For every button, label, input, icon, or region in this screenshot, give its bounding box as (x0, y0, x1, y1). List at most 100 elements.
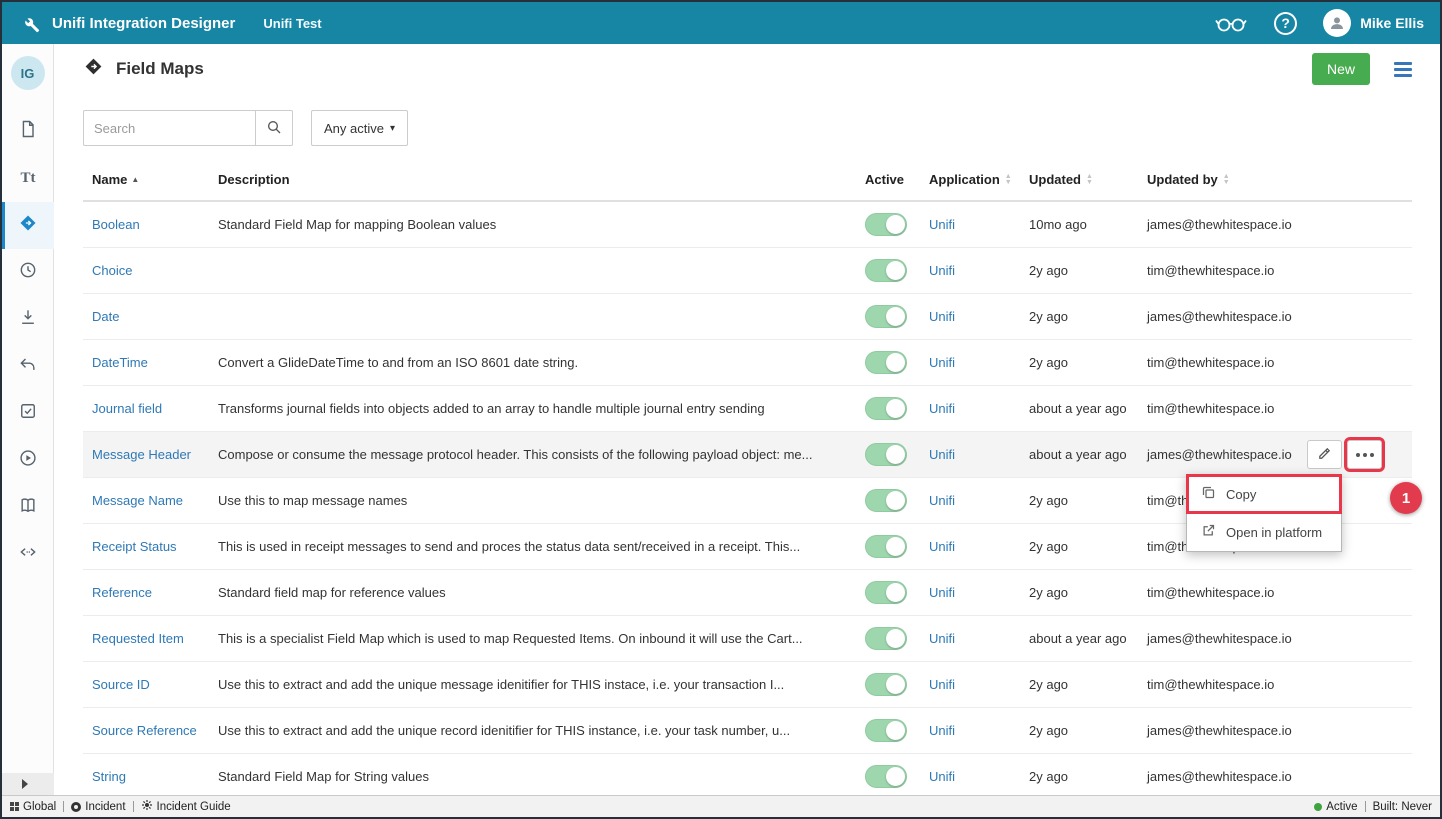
user-name: Mike Ellis (1360, 15, 1424, 31)
table-row: Source Reference Use this to extract and… (83, 708, 1412, 754)
active-toggle[interactable] (865, 259, 907, 282)
active-toggle[interactable] (865, 213, 907, 236)
active-toggle[interactable] (865, 489, 907, 512)
row-name-link[interactable]: Reference (92, 585, 152, 600)
column-header-updated[interactable]: Updated▲▼ (1015, 172, 1133, 187)
row-name-link[interactable]: Requested Item (92, 631, 184, 646)
preview-glasses-icon[interactable] (1214, 12, 1248, 34)
help-icon[interactable]: ? (1274, 12, 1297, 35)
application-link[interactable]: Unifi (929, 769, 955, 784)
field-maps-diamond-icon (18, 213, 38, 238)
sidebar-item-tasks[interactable] (2, 390, 54, 437)
sidebar-item-code[interactable] (2, 531, 54, 578)
column-header-updated-by[interactable]: Updated by▲▼ (1133, 172, 1412, 187)
search-button[interactable] (255, 110, 293, 146)
statusbar-global[interactable]: Global (10, 801, 56, 813)
row-name-link[interactable]: String (92, 769, 126, 784)
environment-tab[interactable]: Unifi Test (263, 16, 321, 31)
row-updated: 2y ago (1015, 263, 1133, 278)
user-menu[interactable]: Mike Ellis (1323, 9, 1424, 37)
main-content: Field Maps New Any active ▾ (55, 44, 1440, 795)
row-updated-by: james@thewhitespace.io (1133, 631, 1412, 646)
download-icon (18, 307, 38, 332)
application-link[interactable]: Unifi (929, 217, 955, 232)
row-name-link[interactable]: Message Header (92, 447, 191, 462)
menu-hamburger-icon[interactable] (1394, 62, 1412, 77)
row-description: Use this to map message names (211, 493, 857, 508)
text-format-icon: Tt (21, 170, 36, 187)
row-updated: 2y ago (1015, 355, 1133, 370)
row-name-link[interactable]: Journal field (92, 401, 162, 416)
more-actions-button[interactable] (1347, 440, 1382, 469)
row-name-link[interactable]: Receipt Status (92, 539, 177, 554)
row-updated: about a year ago (1015, 631, 1133, 646)
row-description: This is a specialist Field Map which is … (211, 631, 857, 646)
row-name-link[interactable]: Message Name (92, 493, 183, 508)
menu-item-open-in-platform[interactable]: Open in platform (1187, 513, 1341, 551)
row-updated-by: james@thewhitespace.io (1133, 309, 1412, 324)
app-window: Unifi Integration Designer Unifi Test ? … (0, 0, 1442, 819)
play-circle-icon (18, 448, 38, 473)
application-link[interactable]: Unifi (929, 309, 955, 324)
row-name-link[interactable]: Date (92, 309, 119, 324)
search-input[interactable] (83, 110, 255, 146)
application-link[interactable]: Unifi (929, 447, 955, 462)
row-description: This is used in receipt messages to send… (211, 539, 857, 554)
active-toggle[interactable] (865, 443, 907, 466)
collapse-arrow-icon (22, 779, 28, 789)
sidebar-item-history[interactable] (2, 249, 54, 296)
row-updated: 2y ago (1015, 769, 1133, 784)
row-updated: 2y ago (1015, 309, 1133, 324)
row-name-link[interactable]: Source ID (92, 677, 150, 692)
row-description: Use this to extract and add the unique m… (211, 677, 857, 692)
application-link[interactable]: Unifi (929, 677, 955, 692)
column-header-name[interactable]: Name▲ (83, 172, 211, 187)
sidebar-item-download[interactable] (2, 296, 54, 343)
application-link[interactable]: Unifi (929, 631, 955, 646)
row-updated: about a year ago (1015, 401, 1133, 416)
application-link[interactable]: Unifi (929, 401, 955, 416)
row-context-menu: Copy Open in platform (1186, 474, 1342, 552)
active-toggle[interactable] (865, 535, 907, 558)
table-row: String Standard Field Map for String val… (83, 754, 1412, 795)
active-toggle[interactable] (865, 581, 907, 604)
application-link[interactable]: Unifi (929, 723, 955, 738)
menu-item-copy[interactable]: Copy (1187, 475, 1341, 513)
statusbar-incident[interactable]: Incident (71, 801, 125, 813)
sidebar-item-field-maps[interactable] (2, 202, 54, 249)
column-header-application[interactable]: Application▲▼ (915, 172, 1015, 187)
active-toggle[interactable] (865, 673, 907, 696)
sidebar-item-docs[interactable] (2, 484, 54, 531)
application-link[interactable]: Unifi (929, 539, 955, 554)
row-updated-by: tim@thewhitespace.io (1133, 355, 1412, 370)
sidebar-item-text-format[interactable]: Tt (2, 155, 54, 202)
active-filter-dropdown[interactable]: Any active ▾ (311, 110, 408, 146)
row-description: Standard field map for reference values (211, 585, 857, 600)
application-link[interactable]: Unifi (929, 355, 955, 370)
active-toggle[interactable] (865, 719, 907, 742)
sidebar-item-undo[interactable] (2, 343, 54, 390)
row-name-link[interactable]: Source Reference (92, 723, 197, 738)
application-link[interactable]: Unifi (929, 263, 955, 278)
active-toggle[interactable] (865, 305, 907, 328)
new-button[interactable]: New (1312, 53, 1370, 85)
sort-icon: ▲▼ (1223, 174, 1230, 186)
edit-button[interactable] (1307, 440, 1342, 469)
statusbar-incident-guide[interactable]: Incident Guide (141, 799, 231, 814)
sidebar-item-run[interactable] (2, 437, 54, 484)
application-link[interactable]: Unifi (929, 493, 955, 508)
row-name-link[interactable]: Choice (92, 263, 132, 278)
active-toggle[interactable] (865, 397, 907, 420)
active-toggle[interactable] (865, 765, 907, 788)
row-updated-by: james@thewhitespace.io (1133, 217, 1412, 232)
active-toggle[interactable] (865, 351, 907, 374)
table-row: Requested Item This is a specialist Fiel… (83, 616, 1412, 662)
column-header-active: Active (857, 172, 915, 187)
workspace-avatar[interactable]: IG (11, 56, 45, 90)
active-toggle[interactable] (865, 627, 907, 650)
application-link[interactable]: Unifi (929, 585, 955, 600)
sidebar-collapse-toggle[interactable] (2, 773, 54, 795)
sidebar-item-documents[interactable] (2, 108, 54, 155)
row-name-link[interactable]: DateTime (92, 355, 148, 370)
row-name-link[interactable]: Boolean (92, 217, 140, 232)
